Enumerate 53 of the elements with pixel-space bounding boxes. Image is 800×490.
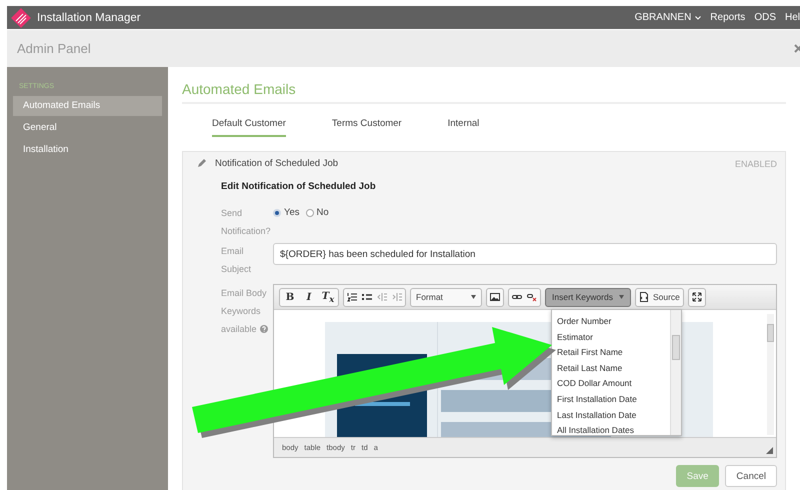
cancel-button[interactable]: Cancel [725, 465, 777, 487]
document-icon [638, 292, 649, 302]
menu-item[interactable]: First Installation Date [552, 392, 667, 408]
tab[interactable]: Internal [448, 112, 480, 137]
menu-item[interactable]: Estimator [552, 330, 667, 346]
tab[interactable]: Terms Customer [332, 112, 402, 137]
nav-link[interactable]: ODS [754, 12, 776, 23]
radio-icon[interactable] [273, 208, 281, 216]
caret-icon [471, 295, 476, 299]
bullet-list-icon[interactable] [362, 292, 372, 302]
app-title: Installation Manager [37, 12, 141, 24]
caret-icon [618, 295, 624, 299]
format-dropdown[interactable]: Format [410, 288, 482, 306]
italic-button[interactable]: I [302, 292, 316, 302]
numbered-list-icon[interactable] [347, 292, 357, 302]
radio-option[interactable]: No [306, 207, 329, 218]
bold-button[interactable]: B [283, 292, 297, 302]
nav-link[interactable]: Hel [784, 12, 800, 23]
form-title: Edit Notification of Scheduled Job [221, 181, 377, 192]
image-icon[interactable] [490, 292, 500, 302]
menu-item[interactable]: All Installation Dates [552, 423, 667, 439]
clear-format-button[interactable]: T$_{x}$ [321, 290, 335, 304]
menu-item[interactable]: Order Number [552, 314, 667, 330]
panel-title: Admin Panel [17, 41, 91, 56]
field-label: Email Body Keywords available [221, 287, 269, 336]
page-title: Automated Emails [182, 81, 786, 104]
source-button[interactable]: Source [634, 288, 684, 306]
resize-grip-icon[interactable] [766, 447, 773, 454]
unlink-icon[interactable] [527, 292, 537, 302]
radio-icon[interactable] [306, 208, 314, 216]
nav-link[interactable]: Reports [710, 12, 746, 23]
help-icon[interactable] [260, 325, 268, 333]
user-menu[interactable]: GBRANNEN [634, 12, 702, 23]
tab[interactable]: Default Customer [212, 112, 286, 137]
scrollbar[interactable] [670, 310, 681, 435]
radio-label: No [316, 207, 329, 218]
subject-field[interactable]: ${ORDER} has been scheduled for Installation [273, 243, 777, 265]
link-icon[interactable] [512, 292, 522, 302]
chevron-icon [695, 16, 702, 20]
insert-keywords-dropdown[interactable]: Insert Keywords [545, 288, 631, 306]
menu-item[interactable]: Last Installation Date [552, 408, 667, 424]
field-label: Send Notification? [221, 207, 272, 238]
field-label: Email Subject [221, 245, 252, 276]
menu-item[interactable]: Retail First Name [552, 345, 667, 361]
scrollbar[interactable] [767, 314, 774, 435]
radio-option[interactable]: Yes [273, 207, 300, 218]
maximize-icon[interactable] [692, 292, 702, 302]
radio-label: Yes [284, 207, 300, 218]
menu-item[interactable]: Retail Last Name [552, 360, 667, 376]
menu-item[interactable]: COD Dollar Amount [552, 376, 667, 392]
pencil-icon[interactable] [197, 159, 206, 168]
status-label: ENABLED [734, 158, 777, 168]
notification-title: Notification of Scheduled Job [215, 158, 338, 169]
